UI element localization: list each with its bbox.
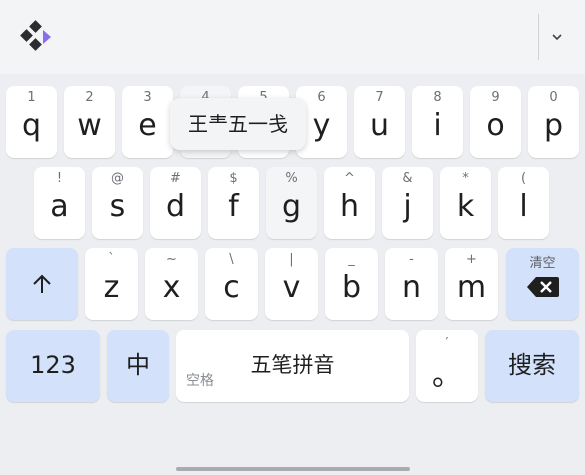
backspace-key[interactable]: 清空: [506, 248, 579, 320]
clear-label: 清空: [529, 256, 556, 271]
key-hint: 8: [433, 90, 442, 105]
key-letter: j: [403, 189, 412, 224]
key-hint: ′: [445, 336, 449, 351]
key-letter: f: [228, 189, 239, 224]
key-hint: `: [108, 252, 115, 267]
key-letter: d: [165, 189, 186, 224]
key-s[interactable]: @ s: [92, 167, 143, 239]
key-v[interactable]: | v: [265, 248, 318, 320]
key-z[interactable]: ` z: [85, 248, 138, 320]
key-hint: 7: [375, 90, 384, 105]
key-letter: n: [401, 270, 421, 305]
search-label: 搜索: [508, 351, 556, 379]
key-g[interactable]: % g: [266, 167, 317, 239]
key-letter: p: [543, 108, 564, 143]
key-hint: &: [402, 171, 413, 186]
key-letter: a: [50, 189, 69, 224]
key-hint: ~: [166, 252, 177, 267]
key-letter: u: [369, 108, 389, 143]
key-f[interactable]: $ f: [208, 167, 259, 239]
key-letter: l: [519, 189, 528, 224]
key-hint: \: [229, 252, 234, 267]
key-hint: 0: [549, 90, 558, 105]
key-letter: b: [341, 270, 362, 305]
key-hint: *: [462, 171, 469, 186]
key-hint: !: [56, 171, 63, 186]
period-key[interactable]: ′ 。: [416, 330, 478, 402]
chevron-down-icon[interactable]: [544, 24, 570, 50]
key-hint: (: [520, 171, 527, 186]
key-hint: #: [170, 171, 181, 186]
search-key[interactable]: 搜索: [485, 330, 579, 402]
key-hint: 1: [27, 90, 36, 105]
period-label: 。: [432, 358, 462, 393]
key-letter: v: [282, 270, 301, 305]
key-popup-candidates: 王龶五一戋: [170, 98, 306, 150]
key-l[interactable]: ( l: [498, 167, 549, 239]
key-letter: i: [433, 108, 442, 143]
key-hint: ^: [344, 171, 355, 186]
shift-key[interactable]: [6, 248, 78, 320]
key-p[interactable]: 0 p: [528, 86, 579, 158]
key-hint: 3: [143, 90, 152, 105]
key-a[interactable]: ! a: [34, 167, 85, 239]
key-o[interactable]: 9 o: [470, 86, 521, 158]
shift-arrow-icon: [33, 274, 51, 293]
key-q[interactable]: 1 q: [6, 86, 57, 158]
key-k[interactable]: * k: [440, 167, 491, 239]
key-letter: c: [223, 270, 240, 305]
space-key[interactable]: 空格 五笔拼音: [176, 330, 409, 402]
key-letter: o: [486, 108, 505, 143]
gesture-handle[interactable]: [176, 467, 410, 471]
key-hint: 9: [491, 90, 500, 105]
key-hint: +: [466, 252, 477, 267]
key-hint: |: [289, 252, 294, 267]
key-i[interactable]: 8 i: [412, 86, 463, 158]
key-hint: @: [111, 171, 124, 186]
key-letter: z: [103, 270, 120, 305]
key-e[interactable]: 3 e: [122, 86, 173, 158]
key-letter: m: [456, 270, 487, 305]
key-b[interactable]: _ b: [325, 248, 378, 320]
key-m[interactable]: + m: [445, 248, 498, 320]
key-hint: $: [229, 171, 238, 186]
backspace-icon: [527, 277, 559, 297]
key-d[interactable]: # d: [150, 167, 201, 239]
key-letter: q: [21, 108, 42, 143]
key-hint: 2: [85, 90, 94, 105]
chinese-mode-key[interactable]: 中: [107, 330, 169, 402]
key-h[interactable]: ^ h: [324, 167, 375, 239]
key-hint: %: [285, 171, 298, 186]
chinese-mode-label: 中: [126, 351, 150, 379]
key-w[interactable]: 2 w: [64, 86, 115, 158]
numbers-key[interactable]: 123: [6, 330, 100, 402]
key-j[interactable]: & j: [382, 167, 433, 239]
key-letter: w: [77, 108, 102, 143]
key-u[interactable]: 7 u: [354, 86, 405, 158]
key-letter: k: [456, 189, 475, 224]
key-letter: s: [109, 189, 126, 224]
key-x[interactable]: ~ x: [145, 248, 198, 320]
key-n[interactable]: - n: [385, 248, 438, 320]
key-letter: h: [339, 189, 359, 224]
keyboard-toolbar: [0, 0, 585, 74]
toolbar-divider: [538, 14, 539, 60]
key-hint: -: [409, 252, 414, 267]
key-letter: g: [281, 189, 302, 224]
key-letter: x: [162, 270, 181, 305]
input-method-label: 五笔拼音: [250, 353, 335, 377]
key-hint: _: [348, 252, 355, 267]
key-c[interactable]: \ c: [205, 248, 258, 320]
diamond-logo-icon[interactable]: [18, 20, 54, 56]
key-letter: e: [138, 108, 157, 143]
numbers-label: 123: [30, 351, 76, 379]
